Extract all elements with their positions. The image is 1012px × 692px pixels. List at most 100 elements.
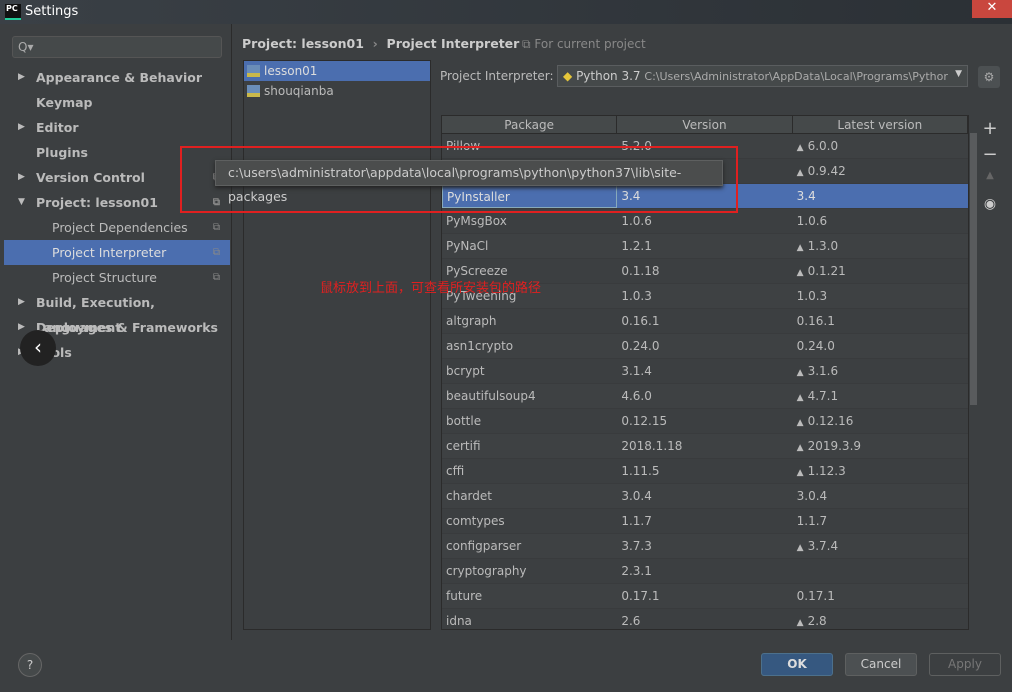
pycharm-logo-icon: PC [5,4,21,20]
python-icon: ◆ [563,69,573,83]
header-package[interactable]: Package [442,116,618,133]
table-row[interactable]: bottle 0.12.15 ▲ 0.12.16 [442,409,968,434]
project-scope-icon: ⧉ [212,222,220,233]
package-version: 0.1.18 [621,264,660,278]
table-row[interactable]: future 0.17.1 0.17.1 [442,584,968,609]
sidebar-item-project-dependencies[interactable]: Project Dependencies ⧉ [4,215,230,240]
expand-arrow-icon: ▼ [18,197,25,207]
table-row[interactable]: configparser 3.7.3 ▲ 3.7.4 [442,534,968,559]
package-version: 2.3.1 [621,564,652,578]
breadcrumb-separator: › [372,36,378,51]
upgrade-package-button[interactable]: ▲ [980,170,1000,196]
package-latest-version: ▲ 3.1.6 [793,359,968,383]
interpreter-path: C:\Users\Administrator\AppData\Local\Pro… [644,70,948,83]
upgrade-available-icon: ▲ [796,443,804,453]
package-latest-version: ▲ 3.7.4 [793,534,968,558]
project-icon [247,85,260,97]
sidebar-item-build-execution-deployment[interactable]: ▶ Build, Execution, Deployment [4,290,230,335]
header-version[interactable]: Version [617,116,793,133]
latest-version-value: 1.12.3 [807,464,846,478]
package-latest-version: ▲ 2.8 [793,609,968,629]
package-latest-version: 0.17.1 [793,584,968,608]
upgrade-available-icon: ▲ [796,368,804,378]
show-early-releases-button[interactable]: ◉ [980,196,1000,222]
apply-button[interactable]: Apply [929,653,1001,676]
package-latest-version: ▲ 1.12.3 [793,459,968,483]
sidebar-item-keymap[interactable]: Keymap [4,90,230,115]
for-current-project-label: ⧉ For current project [522,37,646,51]
latest-version-value: 3.4 [796,189,816,203]
chevron-down-icon: ▼ [955,69,962,79]
table-row[interactable]: chardet 3.0.4 3.0.4 [442,484,968,509]
upgrade-available-icon: ▲ [796,618,804,628]
breadcrumb: Project: lesson01 › Project Interpreter [242,36,519,51]
package-version: 3.0.4 [621,489,652,503]
sidebar-item-editor[interactable]: ▶ Editor [4,115,230,140]
upgrade-available-icon: ▲ [796,243,804,253]
sidebar-item-project-structure[interactable]: Project Structure ⧉ [4,265,230,290]
table-row[interactable]: comtypes 1.1.7 1.1.7 [442,509,968,534]
table-row[interactable]: certifi 2018.1.18 ▲ 2019.3.9 [442,434,968,459]
expand-arrow-icon: ▶ [18,172,25,182]
header-latest-version[interactable]: Latest version [793,116,968,133]
upgrade-available-icon: ▲ [796,468,804,478]
sidebar-item-project-interpreter[interactable]: Project Interpreter ⧉ [4,240,230,265]
ok-button[interactable]: OK [761,653,833,676]
table-row[interactable]: cryptography 2.3.1 [442,559,968,584]
remove-package-button[interactable]: − [980,144,1000,170]
table-scrollbar[interactable] [970,133,977,405]
package-latest-version: 1.0.3 [793,284,968,308]
package-name: altgraph [446,314,497,328]
upgrade-available-icon: ▲ [796,168,804,178]
project-scope-icon: ⧉ [212,272,220,283]
breadcrumb-parent: Project: lesson01 [242,36,364,51]
package-version: 1.2.1 [621,239,652,253]
table-row[interactable]: PyNaCl 1.2.1 ▲ 1.3.0 [442,234,968,259]
project-name: lesson01 [264,64,318,78]
gear-button[interactable]: ⚙ [978,66,1000,88]
package-version: 0.17.1 [621,589,660,603]
table-row[interactable]: beautifulsoup4 4.6.0 ▲ 4.7.1 [442,384,968,409]
add-package-button[interactable]: + [980,118,1000,144]
project-item-shouqianba[interactable]: shouqianba [244,81,430,101]
package-latest-version: ▲ 0.12.16 [793,409,968,433]
table-row[interactable]: idna 2.6 ▲ 2.8 [442,609,968,629]
back-arrow-button[interactable]: ‹ [20,330,56,366]
search-input[interactable]: Q▾ [12,36,222,58]
table-row[interactable]: altgraph 0.16.1 0.16.1 [442,309,968,334]
help-button[interactable]: ? [18,653,42,677]
sidebar-item-label: Project Structure [52,270,157,285]
table-row[interactable]: bcrypt 3.1.4 ▲ 3.1.6 [442,359,968,384]
latest-version-value: 0.16.1 [796,314,835,328]
latest-version-value: 0.17.1 [796,589,835,603]
table-row[interactable]: asn1crypto 0.24.0 0.24.0 [442,334,968,359]
interpreter-select[interactable]: ◆ Python 3.7 C:\Users\Administrator\AppD… [557,65,968,87]
cancel-button[interactable]: Cancel [845,653,917,676]
sidebar-item-label: Keymap [36,95,93,110]
latest-version-value: 0.24.0 [796,339,835,353]
package-latest-version: 0.24.0 [793,334,968,358]
project-item-lesson01[interactable]: lesson01 [244,61,430,81]
sidebar-item-appearance-behavior[interactable]: ▶ Appearance & Behavior [4,65,230,90]
upgrade-available-icon: ▲ [796,268,804,278]
sidebar-item-label: Project Interpreter [52,245,167,260]
package-name: configparser [446,539,522,553]
package-latest-version: 0.16.1 [793,309,968,333]
upgrade-available-icon: ▲ [796,393,804,403]
latest-version-value: 1.1.7 [796,514,828,528]
expand-arrow-icon: ▶ [18,122,25,132]
package-name: future [446,589,483,603]
package-name: PyNaCl [446,239,489,253]
package-name: comtypes [446,514,505,528]
table-row[interactable]: cffi 1.11.5 ▲ 1.12.3 [442,459,968,484]
latest-version-value: 1.0.3 [796,289,828,303]
package-latest-version: ▲ 1.3.0 [793,234,968,258]
package-name: asn1crypto [446,339,514,353]
package-name: cryptography [446,564,527,578]
package-latest-version: 1.1.7 [793,509,968,533]
package-version: 2018.1.18 [621,439,683,453]
package-latest-version: 1.0.6 [793,209,968,233]
latest-version-value: 3.0.4 [796,489,828,503]
package-name: idna [446,614,472,628]
close-button[interactable]: ✕ [972,0,1012,18]
